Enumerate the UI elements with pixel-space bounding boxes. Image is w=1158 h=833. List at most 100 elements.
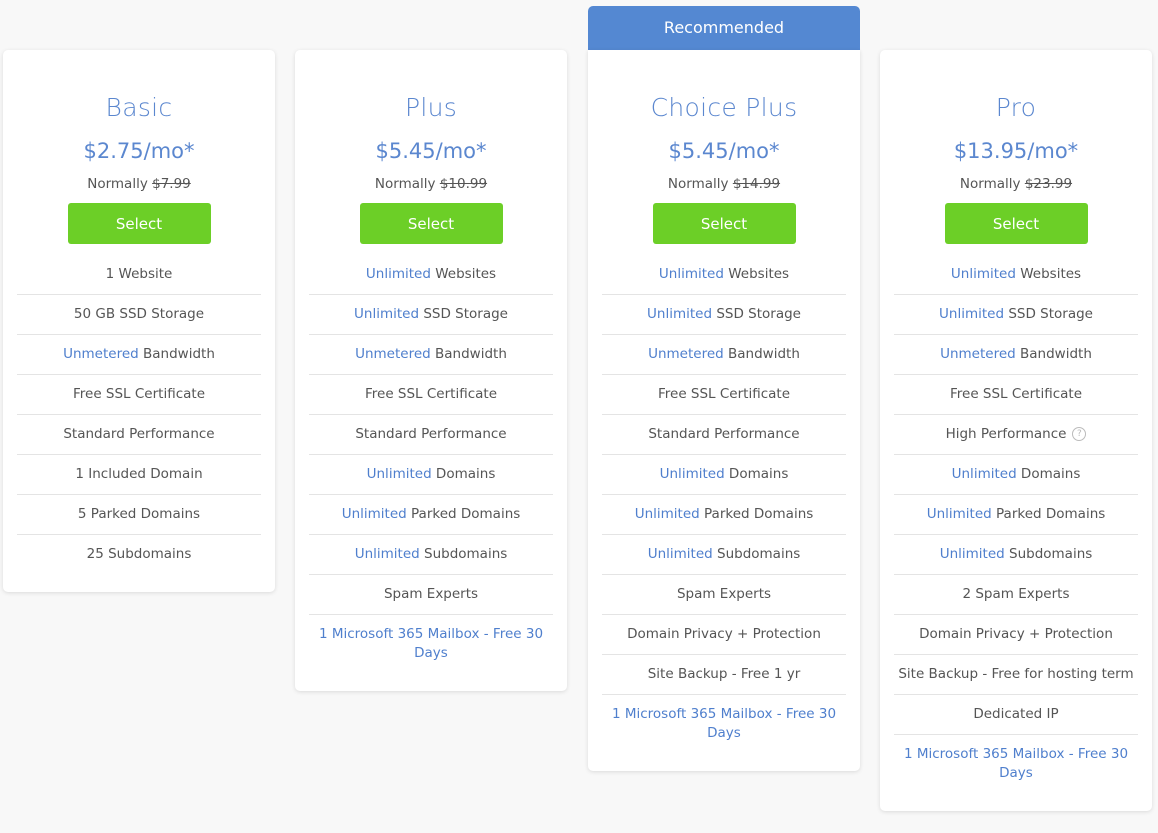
select-button[interactable]: Select	[652, 203, 796, 244]
feature-item: Spam Experts	[309, 575, 553, 615]
plan-card-choice-plus: Choice Plus $5.45/mo* Normally $14.99 Se…	[588, 50, 860, 771]
plan-name: Pro	[995, 93, 1037, 122]
feature-item: 1 Website	[17, 255, 261, 295]
feature-highlight: Unlimited	[365, 266, 431, 282]
strikethrough-price: $7.99	[152, 176, 191, 192]
feature-text: Standard Performance	[355, 426, 507, 442]
normally-label: Normally	[959, 176, 1021, 192]
plan-price: $2.75/mo*	[83, 139, 195, 163]
feature-item: 50 GB SSD Storage	[17, 295, 261, 335]
feature-item: 25 Subdomains	[17, 535, 261, 574]
feature-highlight: Unlimited	[926, 506, 992, 522]
feature-item: Dedicated IP	[894, 695, 1138, 735]
feature-list: Unlimited Websites Unlimited SSD Storage U…	[602, 255, 846, 753]
feature-item: Unlimited SSD Storage	[309, 295, 553, 335]
feature-item: Unlimited Websites	[894, 255, 1138, 295]
feature-highlight: Unlimited	[951, 466, 1017, 482]
feature-link-text[interactable]: 1 Microsoft 365 Mailbox - Free 30 Days	[904, 746, 1128, 781]
feature-text: 1 Included Domain	[75, 466, 203, 482]
feature-highlight: Unlimited	[354, 546, 420, 562]
feature-link-mailbox[interactable]: 1 Microsoft 365 Mailbox - Free 30 Days	[309, 615, 553, 673]
feature-link-text[interactable]: 1 Microsoft 365 Mailbox - Free 30 Days	[612, 706, 836, 741]
feature-link-text[interactable]: 1 Microsoft 365 Mailbox - Free 30 Days	[319, 626, 543, 661]
feature-text: Standard Performance	[63, 426, 215, 442]
plan-name: Choice Plus	[650, 93, 798, 122]
feature-link-mailbox[interactable]: 1 Microsoft 365 Mailbox - Free 30 Days	[894, 735, 1138, 793]
feature-item: Unmetered Bandwidth	[309, 335, 553, 375]
feature-item: Unlimited Parked Domains	[894, 495, 1138, 535]
feature-text: Parked Domains	[991, 506, 1106, 522]
feature-item: 1 Included Domain	[17, 455, 261, 495]
feature-text: Bandwidth	[138, 346, 215, 362]
feature-item: Site Backup - Free 1 yr	[602, 655, 846, 695]
feature-text: Free SSL Certificate	[949, 386, 1082, 402]
plan-card-plus: Plus $5.45/mo* Normally $10.99 Select Un…	[295, 50, 567, 691]
select-button[interactable]: Select	[359, 203, 503, 244]
feature-text: Domains	[1016, 466, 1081, 482]
feature-highlight: Unlimited	[658, 266, 724, 282]
feature-highlight: Unmetered	[355, 346, 431, 362]
feature-item: Domain Privacy + Protection	[894, 615, 1138, 655]
feature-item: Site Backup - Free for hosting term	[894, 655, 1138, 695]
feature-text: Dedicated IP	[973, 706, 1059, 722]
feature-text: Parked Domains	[406, 506, 521, 522]
feature-highlight: Unlimited	[659, 466, 725, 482]
feature-highlight: Unlimited	[366, 466, 432, 482]
feature-highlight: Unlimited	[647, 546, 713, 562]
feature-item: Free SSL Certificate	[602, 375, 846, 415]
feature-text: Websites	[723, 266, 790, 282]
normal-price: Normally $10.99	[309, 175, 553, 193]
feature-link-mailbox[interactable]: 1 Microsoft 365 Mailbox - Free 30 Days	[602, 695, 846, 753]
feature-text: SSD Storage	[712, 306, 801, 322]
feature-text: Websites	[430, 266, 497, 282]
feature-text: SSD Storage	[1004, 306, 1093, 322]
strikethrough-price: $10.99	[439, 176, 488, 192]
feature-text: Bandwidth	[430, 346, 507, 362]
select-button[interactable]: Select	[67, 203, 211, 244]
feature-text: Free SSL Certificate	[72, 386, 205, 402]
plan-price: $5.45/mo*	[375, 139, 487, 163]
feature-text: Domain Privacy + Protection	[919, 626, 1113, 642]
feature-item: Unlimited Parked Domains	[602, 495, 846, 535]
normal-price: Normally $14.99	[602, 175, 846, 193]
feature-text: Spam Experts	[676, 586, 772, 602]
feature-text: 25 Subdomains	[86, 546, 192, 562]
feature-text: Subdomains	[712, 546, 801, 562]
feature-item: 5 Parked Domains	[17, 495, 261, 535]
feature-text: Spam Experts	[383, 586, 479, 602]
recommended-ribbon: Recommended	[588, 6, 860, 50]
feature-list: Unlimited Websites Unlimited SSD Storage U…	[309, 255, 553, 673]
feature-item: Free SSL Certificate	[309, 375, 553, 415]
feature-text: Subdomains	[419, 546, 508, 562]
feature-item: Unlimited SSD Storage	[602, 295, 846, 335]
plan-name: Basic	[105, 93, 173, 122]
feature-text: 1 Website	[105, 266, 173, 282]
feature-item: Domain Privacy + Protection	[602, 615, 846, 655]
feature-item: Unmetered Bandwidth	[894, 335, 1138, 375]
feature-item: Unlimited Subdomains	[894, 535, 1138, 575]
feature-item: Standard Performance	[309, 415, 553, 455]
feature-item: High Performance?	[894, 415, 1138, 455]
plan-price: $13.95/mo*	[953, 139, 1079, 163]
feature-text: 2 Spam Experts	[962, 586, 1070, 602]
select-button[interactable]: Select	[944, 203, 1088, 244]
feature-highlight: Unmetered	[648, 346, 724, 362]
feature-text: Site Backup - Free for hosting term	[898, 666, 1134, 682]
feature-highlight: Unlimited	[939, 546, 1005, 562]
feature-highlight: Unmetered	[63, 346, 139, 362]
feature-item: Spam Experts	[602, 575, 846, 615]
strikethrough-price: $23.99	[1024, 176, 1073, 192]
feature-text: High Performance	[945, 426, 1067, 442]
feature-text: Domain Privacy + Protection	[627, 626, 821, 642]
pricing-plans: Recommended Basic $2.75/mo* Normally $7.…	[0, 0, 1158, 833]
feature-text: Free SSL Certificate	[657, 386, 790, 402]
feature-list: 1 Website 50 GB SSD Storage Unmetered Band…	[17, 255, 261, 574]
feature-text: Free SSL Certificate	[364, 386, 497, 402]
question-circle-icon[interactable]: ?	[1072, 427, 1087, 441]
feature-item: Unlimited Subdomains	[309, 535, 553, 575]
plan-name: Plus	[404, 93, 458, 122]
plan-card-basic: Basic $2.75/mo* Normally $7.99 Select 1 …	[3, 50, 275, 592]
feature-list: Unlimited Websites Unlimited SSD Storage U…	[894, 255, 1138, 793]
feature-text: SSD Storage	[419, 306, 508, 322]
feature-item: Unlimited Domains	[309, 455, 553, 495]
